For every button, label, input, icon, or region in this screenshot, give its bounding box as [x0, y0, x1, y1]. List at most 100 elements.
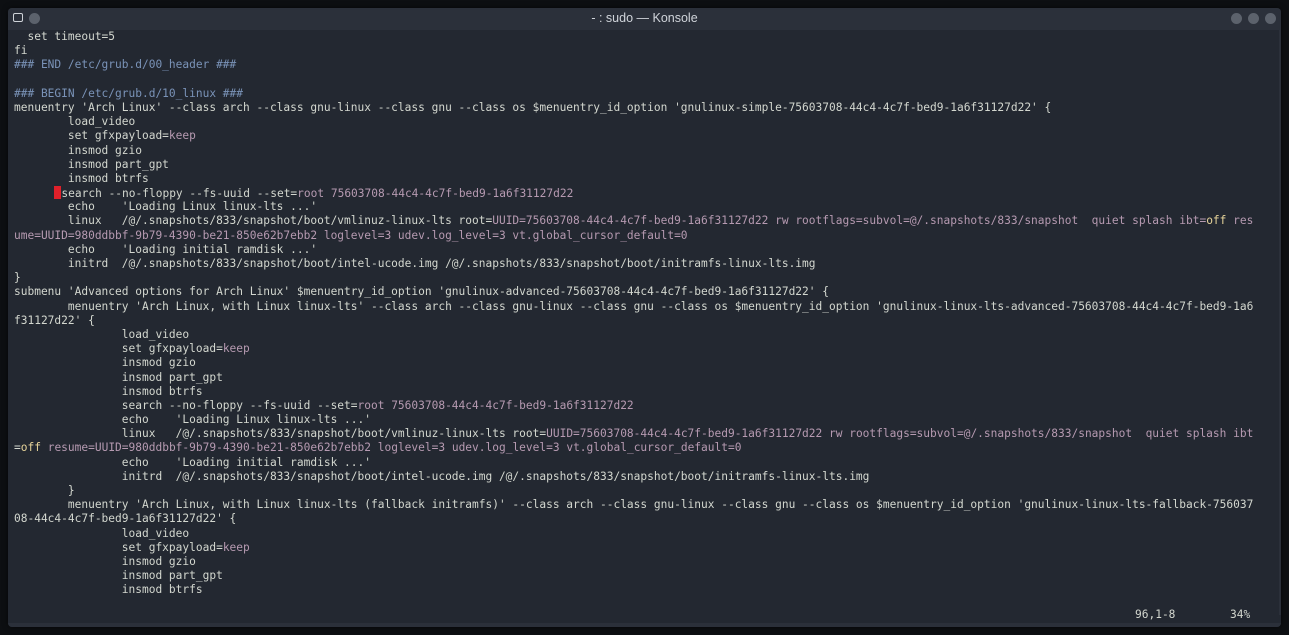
terminal-line: initrd /@/.snapshots/833/snapshot/boot/i… [14, 470, 1273, 484]
terminal-text: menuentry 'Arch Linux, with Linux linux-… [14, 498, 1254, 512]
terminal-line: } [14, 484, 1273, 498]
terminal-text: off [1206, 214, 1227, 228]
terminal-text: ### END /etc/grub.d/00_header ### [14, 58, 237, 72]
terminal-text: echo 'Loading Linux linux-lts ...' [14, 413, 371, 427]
terminal-line: set gfxpayload=keep [14, 342, 1273, 356]
terminal-line: f31127d22' { [14, 314, 1273, 328]
terminal-line: insmod part_gpt [14, 158, 1273, 172]
terminal-text: load_video [14, 526, 190, 540]
window-title: - : sudo — Konsole [591, 11, 698, 25]
terminal-text: initrd /@/.snapshots/833/snapshot/boot/i… [14, 469, 870, 483]
terminal-text: off [20, 441, 41, 455]
terminal-line: echo 'Loading Linux linux-lts ...' [14, 200, 1273, 214]
terminal-text: insmod gzio [14, 143, 142, 157]
terminal-text: ### BEGIN /etc/grub.d/10_linux ### [14, 86, 244, 100]
terminal-text: menuentry 'Arch Linux' --class arch --cl… [14, 100, 1052, 114]
terminal-text: set gfxpayload= [14, 540, 223, 554]
terminal-text: set timeout=5 [14, 30, 116, 43]
terminal-line: fi [14, 44, 1273, 58]
terminal-line: load_video [14, 328, 1273, 342]
terminal-text: linux /@/.snapshots/833/snapshot/boot/vm… [14, 427, 547, 441]
terminal-line: insmod btrfs [14, 583, 1273, 597]
terminal-text: insmod btrfs [14, 583, 203, 597]
cursor-position: 96,1-8 [1135, 608, 1176, 621]
terminal-line: ### END /etc/grub.d/00_header ### [14, 58, 1273, 72]
terminal-line: insmod btrfs [14, 172, 1273, 186]
terminal-text: echo 'Loading initial ramdisk ...' [14, 455, 371, 469]
terminal-text: insmod btrfs [14, 384, 203, 398]
terminal-line: echo 'Loading initial ramdisk ...' [14, 243, 1273, 257]
terminal-output[interactable]: set timeout=5 fi ### END /etc/grub.d/00_he… [14, 30, 1273, 612]
terminal-line: =off resume=UUID=980ddbbf-9b79-4390-be21… [14, 441, 1273, 455]
terminal-text: search --no-floppy --fs-uuid --set= [14, 398, 358, 412]
terminal-line: initrd /@/.snapshots/833/snapshot/boot/i… [14, 257, 1273, 271]
terminal-line: set gfxpayload=keep [14, 129, 1273, 143]
title-bar-right-buttons [1231, 13, 1276, 24]
terminal-text: root 75603708-44c4-4c7f-bed9-1a6f31127d2… [357, 398, 634, 412]
terminal-text: keep [222, 540, 250, 554]
terminal-text: insmod part_gpt [14, 569, 223, 583]
terminal-text: res [1226, 214, 1254, 228]
terminal-text: search --no-floppy --fs-uuid --set= [61, 187, 298, 201]
scroll-percent: 34% [1230, 608, 1251, 621]
terminal-text: UUID=75603708-44c4-4c7f-bed9-1a6f31127d2… [546, 427, 1254, 441]
terminal-text: insmod gzio [14, 356, 196, 370]
title-bar[interactable]: - : sudo — Konsole [8, 8, 1281, 30]
terminal-line: search --no-floppy --fs-uuid --set=root … [14, 399, 1273, 413]
terminal-text: keep [222, 342, 250, 356]
terminal-text: insmod part_gpt [14, 157, 169, 171]
terminal-text: UUID=75603708-44c4-4c7f-bed9-1a6f31127d2… [492, 214, 1207, 228]
terminal-text: echo 'Loading initial ramdisk ...' [14, 242, 318, 256]
terminal-text: } [14, 484, 75, 497]
terminal-line: submenu 'Advanced options for Arch Linux… [14, 285, 1273, 299]
terminal-text: } [14, 271, 21, 285]
terminal-text: insmod gzio [14, 554, 196, 568]
minimize-icon[interactable] [1231, 13, 1242, 24]
terminal-text: = [14, 441, 21, 455]
terminal-text: initrd /@/.snapshots/833/snapshot/boot/i… [14, 257, 816, 270]
scrollbar[interactable] [1279, 30, 1281, 615]
terminal-line: insmod gzio [14, 356, 1273, 370]
terminal-line: echo 'Loading Linux linux-lts ...' [14, 413, 1273, 427]
terminal-text: submenu 'Advanced options for Arch Linux… [14, 285, 829, 299]
terminal-line: set gfxpayload=keep [14, 541, 1273, 555]
terminal-text: insmod btrfs [14, 171, 149, 185]
terminal-line: menuentry 'Arch Linux, with Linux linux-… [14, 300, 1273, 314]
terminal-line: insmod part_gpt [14, 371, 1273, 385]
terminal-line: insmod btrfs [14, 385, 1273, 399]
konsole-window: - : sudo — Konsole set timeout=5 fi ### EN… [8, 8, 1281, 627]
close-icon[interactable] [1265, 13, 1276, 24]
terminal-text: set gfxpayload= [14, 342, 223, 356]
terminal-line: } [14, 271, 1273, 285]
terminal-line: insmod gzio [14, 144, 1273, 158]
terminal-line: insmod part_gpt [14, 569, 1273, 583]
terminal-text: f31127d22' { [14, 313, 95, 327]
terminal-line: set timeout=5 [14, 30, 1273, 44]
terminal-text: ume=UUID=980ddbbf-9b79-4390-be21-850e62b… [14, 228, 688, 242]
terminal-text: 08-44c4-4c7f-bed9-1a6f31127d22' { [14, 512, 237, 526]
terminal-text: insmod part_gpt [14, 370, 223, 384]
terminal-line: search --no-floppy --fs-uuid --set=root … [14, 186, 1273, 200]
terminal-text: set gfxpayload= [14, 129, 169, 143]
maximize-icon[interactable] [1248, 13, 1259, 24]
terminal-line: insmod gzio [14, 555, 1273, 569]
terminal-text: menuentry 'Arch Linux, with Linux linux-… [14, 299, 1254, 313]
terminal-line: menuentry 'Arch Linux, with Linux linux-… [14, 498, 1273, 512]
window-bottom-border [8, 623, 1281, 627]
terminal-line: menuentry 'Arch Linux' --class arch --cl… [14, 101, 1273, 115]
terminal-line: ### BEGIN /etc/grub.d/10_linux ### [14, 87, 1273, 101]
terminal-line: echo 'Loading initial ramdisk ...' [14, 456, 1273, 470]
terminal-text: load_video [14, 327, 190, 341]
terminal-text: fi [14, 44, 28, 58]
terminal-line: linux /@/.snapshots/833/snapshot/boot/vm… [14, 214, 1273, 228]
terminal-text: linux /@/.snapshots/833/snapshot/boot/vm… [14, 214, 493, 228]
terminal-line: load_video [14, 115, 1273, 129]
terminal-line: load_video [14, 527, 1273, 541]
terminal-text: load_video [14, 115, 136, 129]
terminal-line: 08-44c4-4c7f-bed9-1a6f31127d22' { [14, 512, 1273, 526]
terminal-line: ume=UUID=980ddbbf-9b79-4390-be21-850e62b… [14, 229, 1273, 243]
terminal-text: resume=UUID=980ddbbf-9b79-4390-be21-850e… [40, 441, 742, 455]
terminal-text: keep [168, 129, 196, 143]
terminal-line: linux /@/.snapshots/833/snapshot/boot/vm… [14, 427, 1273, 441]
